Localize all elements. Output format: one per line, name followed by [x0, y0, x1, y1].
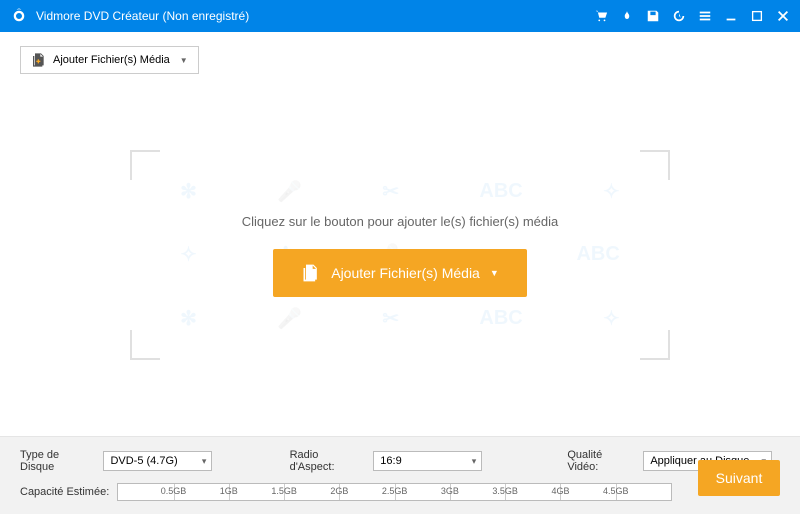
close-icon[interactable]	[776, 9, 790, 23]
add-files-big-button[interactable]: Ajouter Fichier(s) Média ▼	[273, 249, 527, 297]
footer: Type de Disque DVD-5 (4.7G) Radio d'Aspe…	[0, 436, 800, 514]
aspect-label: Radio d'Aspect:	[290, 449, 366, 473]
next-button[interactable]: Suivant	[698, 460, 780, 496]
main-area: ✻🎤✂ABC✧ ✧✻🎤✂ABC ✻🎤✂ABC✧ Cliquez sur le b…	[0, 80, 800, 430]
menu-icon[interactable]	[698, 9, 712, 23]
capacity-tick-label: 3.5GB	[492, 486, 518, 496]
disc-type-select[interactable]: DVD-5 (4.7G)	[103, 451, 212, 471]
corner-decoration	[130, 150, 160, 180]
file-add-icon	[31, 52, 47, 68]
maximize-icon[interactable]	[750, 9, 764, 23]
dropzone-hint: Cliquez sur le bouton pour ajouter le(s)…	[242, 214, 558, 229]
capacity-tick-label: 1GB	[220, 486, 238, 496]
capacity-tick-label: 0.5GB	[161, 486, 187, 496]
chevron-down-icon: ▼	[180, 56, 188, 65]
capacity-tick-label: 4.5GB	[603, 486, 629, 496]
add-files-big-label: Ajouter Fichier(s) Média	[331, 265, 480, 281]
footer-options-row: Type de Disque DVD-5 (4.7G) Radio d'Aspe…	[20, 449, 780, 473]
capacity-tick-label: 4GB	[551, 486, 569, 496]
titlebar: Vidmore DVD Créateur (Non enregistré)	[0, 0, 800, 32]
disc-type-label: Type de Disque	[20, 449, 95, 473]
cart-icon[interactable]	[594, 9, 608, 23]
file-add-icon	[301, 263, 321, 283]
burn-icon[interactable]	[620, 9, 634, 23]
minimize-icon[interactable]	[724, 9, 738, 23]
quality-label: Qualité Vidéo:	[567, 449, 635, 473]
history-icon[interactable]	[672, 9, 686, 23]
aspect-select[interactable]: 16:9	[373, 451, 482, 471]
toolbar: Ajouter Fichier(s) Média ▼	[0, 32, 800, 80]
save-icon[interactable]	[646, 9, 660, 23]
app-title: Vidmore DVD Créateur (Non enregistré)	[36, 9, 594, 23]
capacity-bar: 0.5GB 1GB 1.5GB 2GB 2.5GB 3GB 3.5GB 4GB 4.5GB	[117, 483, 672, 501]
footer-capacity-row: Capacité Estimée: 0.5GB 1GB 1.5GB 2GB 2.5GB 3…	[20, 483, 780, 501]
add-files-button[interactable]: Ajouter Fichier(s) Média ▼	[20, 46, 199, 74]
corner-decoration	[640, 150, 670, 180]
capacity-tick-label: 2.5GB	[382, 486, 408, 496]
capacity-tick-label: 1.5GB	[271, 486, 297, 496]
titlebar-controls	[594, 9, 790, 23]
capacity-label: Capacité Estimée:	[20, 486, 109, 498]
capacity-tick-label: 2GB	[330, 486, 348, 496]
dropzone[interactable]: ✻🎤✂ABC✧ ✧✻🎤✂ABC ✻🎤✂ABC✧ Cliquez sur le b…	[130, 150, 670, 360]
app-logo-icon	[10, 7, 28, 25]
corner-decoration	[130, 330, 160, 360]
corner-decoration	[640, 330, 670, 360]
chevron-down-icon: ▼	[490, 268, 499, 278]
add-files-label: Ajouter Fichier(s) Média	[53, 54, 170, 66]
capacity-tick-label: 3GB	[441, 486, 459, 496]
